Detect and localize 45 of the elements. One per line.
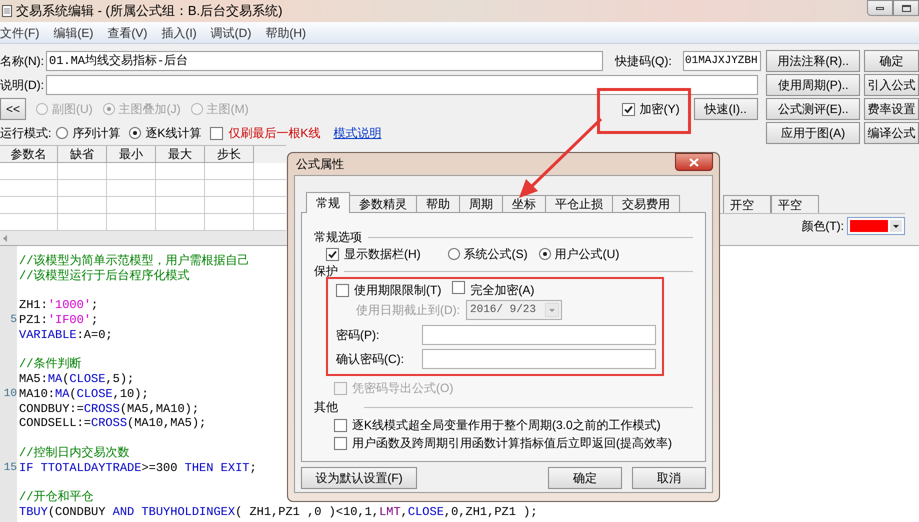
field-label: 确认密码(C): <box>336 351 405 368</box>
code-line: MA5:MA(CLOSE,5); <box>19 372 134 387</box>
code-line: //控制日内交易次数 <box>19 446 130 460</box>
group-title: 常规选项 <box>314 229 362 246</box>
line-number: 15 <box>4 460 17 476</box>
field-label: 运行模式: <box>0 125 52 142</box>
field-label: 说明(D): <box>0 77 45 94</box>
field-label: 快捷码(Q): <box>615 53 673 70</box>
code-line: //该模型运行于后台程序化模式 <box>19 268 190 284</box>
field-label: 颜色(T): <box>801 218 844 234</box>
checkbox-label: 加密(Y) <box>640 101 680 118</box>
window-title: 交易系统编辑 - (所属公式组：B.后台交易系统) <box>16 2 282 20</box>
line-number: 5 <box>10 313 17 328</box>
field-label: 名称(N): <box>0 53 45 70</box>
code-line: PZ1:'IF00'; <box>19 313 98 328</box>
code-line: CONDSELL:=CROSS(MA10,MA5); <box>19 416 206 431</box>
code-line: MA10:MA(CLOSE,10); <box>19 386 149 402</box>
checkbox-label: 逐K线模式超全局变量作用于整个周期(3.0之前的工作模式) <box>352 417 661 434</box>
radio-label: 主图叠加(J) <box>118 101 181 118</box>
code-line: CONDBUY:=CROSS(MA5,MA10); <box>19 402 200 416</box>
dialog-title: 公式属性 <box>296 156 344 173</box>
field-label: 密码(P): <box>336 327 380 344</box>
code-line: //开仓和平仓 <box>19 490 94 505</box>
code-line: //条件判断 <box>19 357 82 372</box>
radio-label: 逐K线计算 <box>145 125 202 142</box>
checkbox-label: 显示数据栏(H) <box>344 246 421 263</box>
radio-label: 副图(U) <box>52 101 93 118</box>
radio-label: 系统公式(S) <box>464 246 528 263</box>
checkbox-label: 凭密码导出公式(O) <box>352 380 454 397</box>
group-title: 其他 <box>314 399 338 416</box>
checkbox-label: 使用期限限制(T) <box>354 282 442 299</box>
code-line: TBUY(CONDBUY AND TBUYHOLDINGEX( ZH1,PZ1 ,0 )<10,1,LMT,CLOSE,0,ZH1,PZ1 ); <box>19 504 538 520</box>
checkbox-label: 仅刷最后一根K线 <box>228 125 320 142</box>
code-line: //该模型为简单示范模型，用户需根据自己 <box>19 254 250 269</box>
line-number: 10 <box>4 386 17 402</box>
radio-label: 序列计算 <box>72 125 120 142</box>
radio-label: 用户公式(U) <box>554 246 620 263</box>
checkbox-label: 用户函数及跨周期引用函数计算指标值后立即返回(提高效率) <box>352 435 672 452</box>
code-line: IF TTOTALDAYTRADE>=300 THEN EXIT; <box>19 460 257 476</box>
radio-label: 主图(M) <box>206 101 249 118</box>
code-line: ZH1:'1000'; <box>19 298 98 313</box>
group-title: 保护 <box>314 263 338 280</box>
field-label: 使用日期截止到(D): <box>356 302 460 319</box>
checkbox-label: 完全加密(A) <box>470 282 534 299</box>
code-line: VARIABLE:A=0; <box>19 328 113 342</box>
